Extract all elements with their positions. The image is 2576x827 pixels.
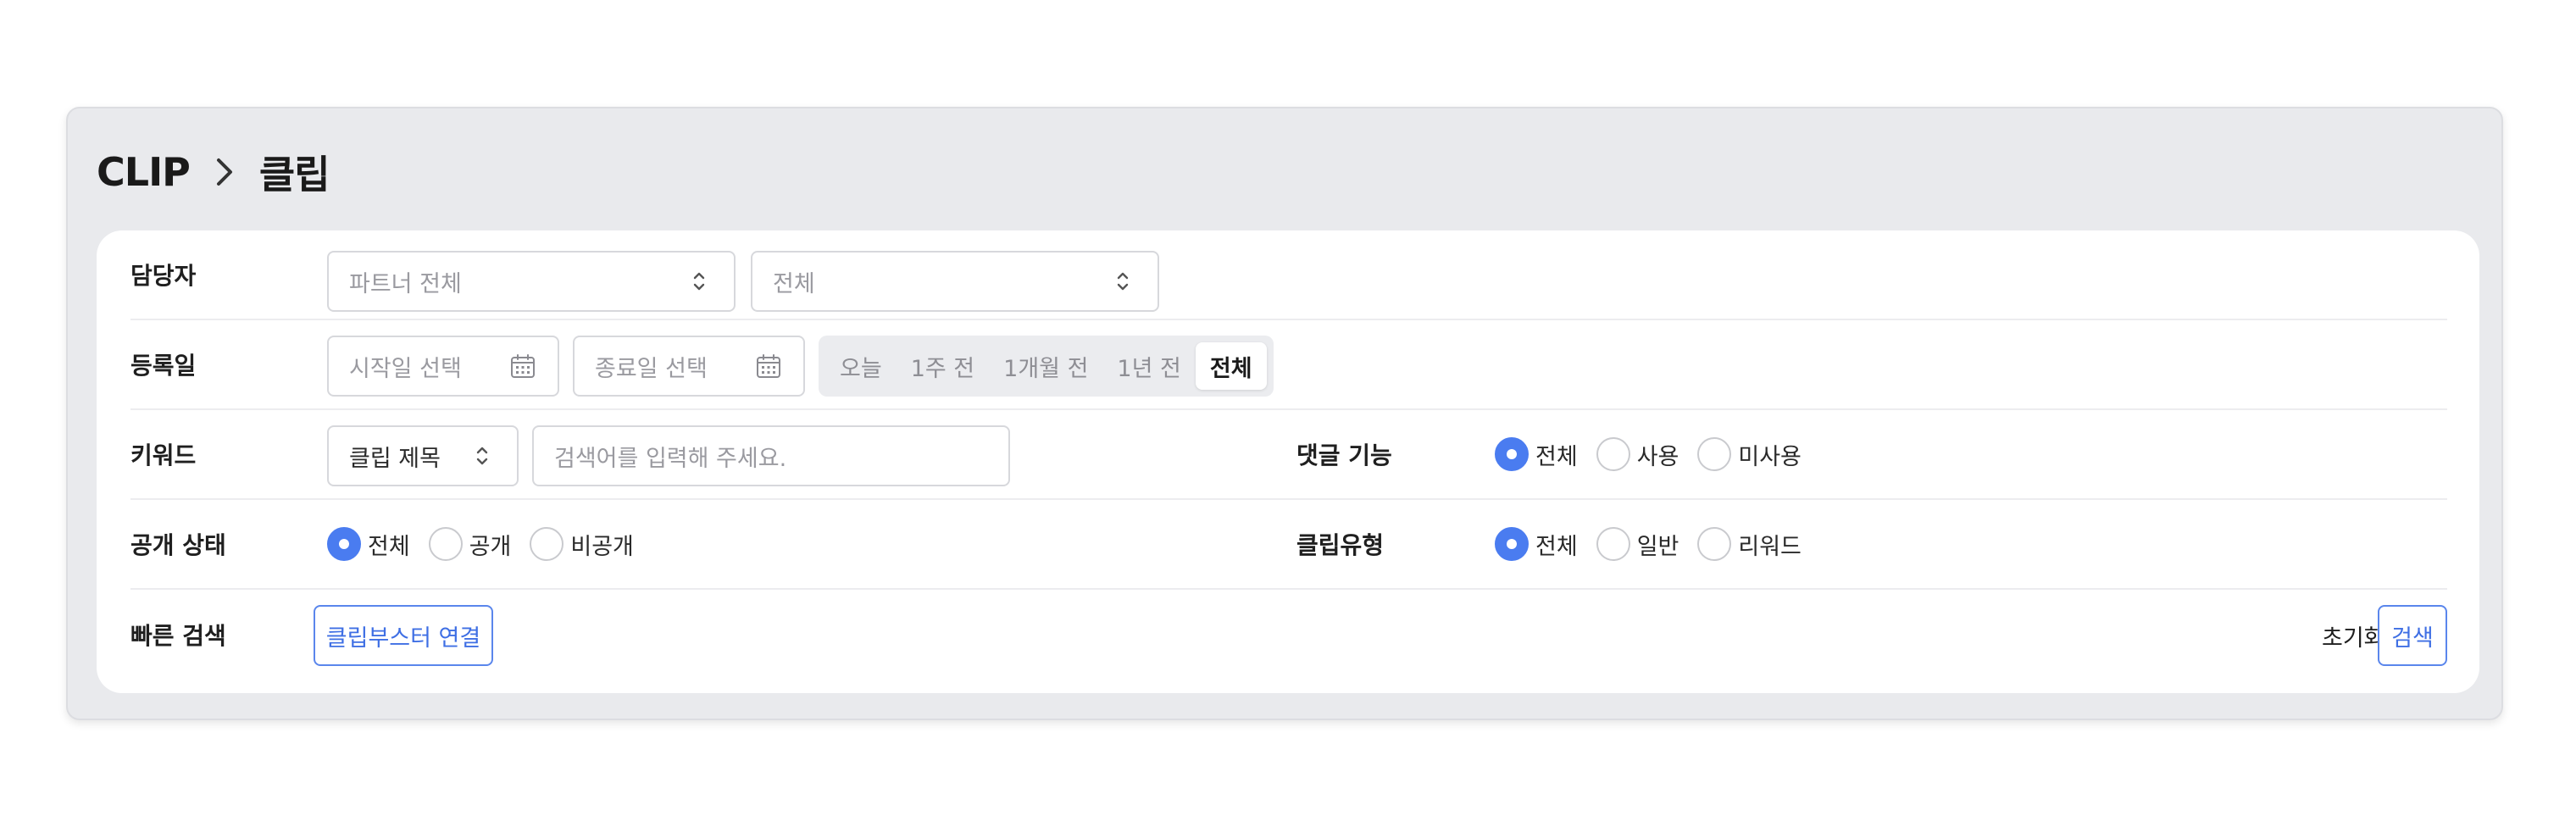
end-date-field[interactable]: 종료일 선택: [573, 336, 805, 397]
comment-radio-group: 전체 사용 미사용: [1495, 410, 1820, 498]
radio-unselected-icon: [428, 527, 463, 561]
breadcrumb-current: 클립: [258, 152, 330, 197]
start-date-placeholder: 시작일 선택: [349, 355, 462, 382]
visibility-radio-public[interactable]: 공개: [428, 527, 512, 561]
radio-unselected-icon: [1596, 527, 1630, 561]
visibility-row: 공개 상태 전체 공개 비공개 클립유형 전체 일반 리워드: [130, 500, 2447, 590]
radio-label: 리워드: [1738, 533, 1802, 560]
manager-sub-select[interactable]: 전체: [751, 251, 1159, 312]
date-range-segmented: 오늘 1주 전 1개월 전 1년 전 전체: [819, 336, 1274, 397]
visibility-radio-all[interactable]: 전체: [327, 527, 410, 561]
clip-type-radio-group: 전체 일반 리워드: [1495, 500, 1820, 588]
filter-panel: CLIP 클립 담당자 파트너 전체 전체 등록일 시작일 선택 종료일 선택 …: [66, 107, 2503, 720]
radio-label: 사용: [1636, 443, 1679, 470]
visibility-radio-private[interactable]: 비공개: [530, 527, 634, 561]
breadcrumb-root[interactable]: CLIP: [97, 149, 191, 195]
breadcrumb: CLIP 클립: [97, 142, 330, 202]
radio-label: 공개: [469, 533, 512, 560]
radio-unselected-icon: [1697, 527, 1732, 561]
clip-type-label: 클립유형: [1296, 531, 1385, 559]
keyword-field-select[interactable]: 클립 제목: [327, 425, 519, 486]
radio-label: 일반: [1636, 533, 1679, 560]
manager-sub-select-value: 전체: [773, 270, 815, 297]
comment-radio-all[interactable]: 전체: [1495, 437, 1578, 471]
chevron-up-down-icon: [468, 441, 497, 470]
radio-selected-icon: [1495, 437, 1529, 471]
radio-label: 전체: [1535, 443, 1578, 470]
clip-type-radio-all[interactable]: 전체: [1495, 527, 1578, 561]
radio-label: 전체: [1535, 533, 1578, 560]
visibility-label: 공개 상태: [130, 531, 226, 559]
keyword-row: 키워드 클립 제목 검색어를 입력해 주세요. 댓글 기능 전체 사용 미사용: [130, 410, 2447, 500]
radio-label: 비공개: [570, 533, 634, 560]
keyword-search-input[interactable]: 검색어를 입력해 주세요.: [532, 425, 1010, 486]
end-date-placeholder: 종료일 선택: [595, 355, 708, 382]
manager-label: 담당자: [130, 262, 197, 290]
reset-button[interactable]: 초기화: [2322, 605, 2385, 666]
comment-radio-unuse[interactable]: 미사용: [1697, 437, 1802, 471]
range-1week[interactable]: 1주 전: [897, 342, 989, 390]
search-filter-card: 담당자 파트너 전체 전체 등록일 시작일 선택 종료일 선택 오늘 1주 전 …: [97, 230, 2479, 693]
clip-type-radio-normal[interactable]: 일반: [1596, 527, 1679, 561]
keyword-search-placeholder: 검색어를 입력해 주세요.: [554, 445, 787, 472]
radio-label: 전체: [368, 533, 410, 560]
radio-label: 미사용: [1738, 443, 1802, 470]
search-button[interactable]: 검색: [2378, 605, 2447, 666]
chevron-right-icon: [203, 151, 246, 193]
manager-row: 담당자 파트너 전체 전체: [130, 230, 2447, 320]
visibility-radio-group: 전체 공개 비공개: [327, 500, 652, 588]
partner-select[interactable]: 파트너 전체: [327, 251, 736, 312]
calendar-icon: [754, 352, 783, 380]
radio-unselected-icon: [1697, 437, 1732, 471]
comment-label: 댓글 기능: [1296, 441, 1392, 469]
range-all[interactable]: 전체: [1195, 342, 1267, 390]
range-1month[interactable]: 1개월 전: [989, 342, 1102, 390]
keyword-field-value: 클립 제목: [349, 445, 441, 472]
registered-row: 등록일 시작일 선택 종료일 선택 오늘 1주 전 1개월 전 1년 전 전체: [130, 320, 2447, 410]
radio-selected-icon: [1495, 527, 1529, 561]
keyword-label: 키워드: [130, 441, 197, 469]
start-date-field[interactable]: 시작일 선택: [327, 336, 559, 397]
chevron-up-down-icon: [1108, 267, 1137, 296]
clip-booster-button[interactable]: 클립부스터 연결: [314, 605, 493, 666]
partner-select-value: 파트너 전체: [349, 270, 462, 297]
registered-label: 등록일: [130, 352, 197, 380]
quick-search-label: 빠른 검색: [130, 622, 226, 650]
quick-search-row: 빠른 검색 클립부스터 연결 초기화 검색: [130, 590, 2447, 680]
clip-type-radio-reward[interactable]: 리워드: [1697, 527, 1802, 561]
radio-unselected-icon: [530, 527, 564, 561]
range-today[interactable]: 오늘: [825, 342, 897, 390]
radio-unselected-icon: [1596, 437, 1630, 471]
range-1year[interactable]: 1년 전: [1102, 342, 1195, 390]
chevron-up-down-icon: [685, 267, 713, 296]
comment-radio-use[interactable]: 사용: [1596, 437, 1679, 471]
radio-selected-icon: [327, 527, 361, 561]
calendar-icon: [508, 352, 537, 380]
